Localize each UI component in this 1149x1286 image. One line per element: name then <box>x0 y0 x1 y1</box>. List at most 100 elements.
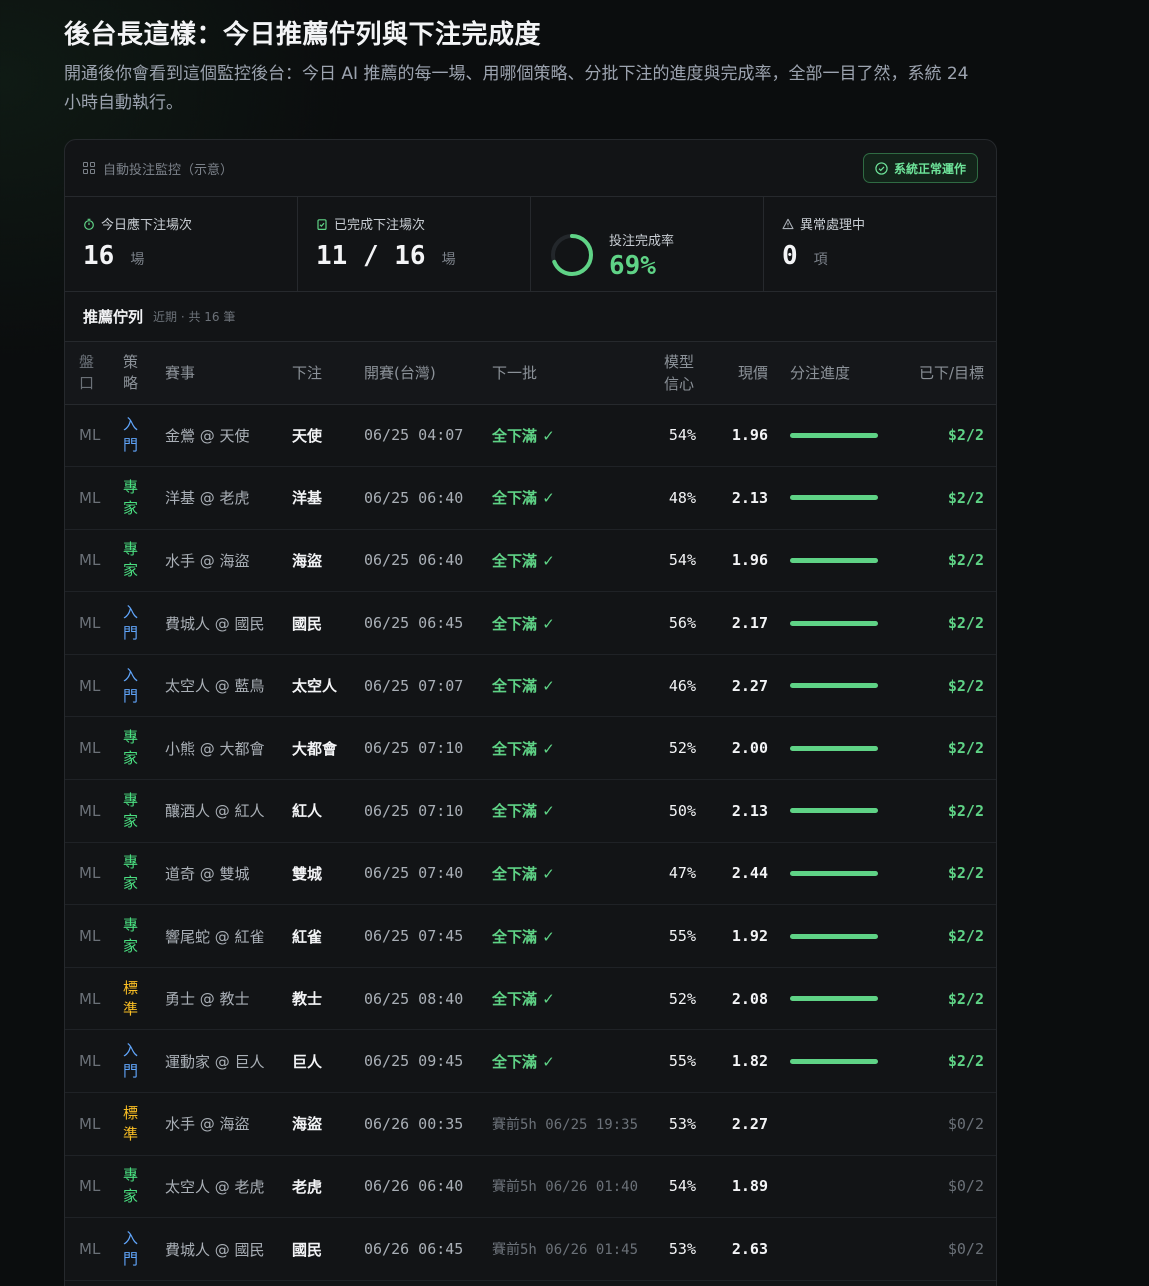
strategy-tag: 入門 <box>123 665 139 705</box>
cell-market: ML <box>65 591 115 655</box>
cell-progress <box>776 779 882 843</box>
table-row[interactable]: ML 專家 道奇 @ 雙城 雙城 06/25 07:40 全下滿 ✓ 47% 2.44 $2/2 <box>65 842 996 906</box>
strategy-tag: 標準 <box>123 978 139 1018</box>
queue-header: 推薦佇列 近期 · 共 16 筆 <box>65 292 996 342</box>
col-pick: 下注 <box>284 342 356 405</box>
table-row[interactable]: ML 專家 釀酒人 @ 紅人 紅人 06/25 07:10 全下滿 ✓ 50% 2.13 $2/… <box>65 779 996 843</box>
cell-price: 1.89 <box>704 1155 776 1219</box>
cell-placed: $0/2 <box>882 1155 996 1219</box>
progress-bar <box>790 495 878 501</box>
stat-today: 今日應下注場次 16 場 <box>65 197 298 291</box>
table-row[interactable]: ML 入門 運動家 @ 巨人 巨人 06/25 09:45 全下滿 ✓ 55% 1.82 $2/… <box>65 1029 996 1094</box>
cell-pick: 太空人 <box>284 654 356 718</box>
table-row[interactable]: ML 專家 響尾蛇 @ 紅雀 紅雀 06/25 07:45 全下滿 ✓ 55% 1.92 $2/… <box>65 904 996 968</box>
cell-strategy: 專家 <box>115 466 157 530</box>
cell-pick: 大都會 <box>284 716 356 781</box>
cell-pick: 教士 <box>284 967 356 1031</box>
stat-exceptions-value: 0 <box>782 241 798 271</box>
cell-progress <box>776 591 882 655</box>
cell-match: 運動家 @ 巨人 <box>157 1029 284 1094</box>
strategy-tag: 專家 <box>123 790 139 830</box>
cell-start: 06/25 08:40 <box>356 967 484 1031</box>
cell-start: 06/26 00:35 <box>356 1092 484 1156</box>
cell-placed: $2/2 <box>882 842 996 906</box>
cell-strategy: 專家 <box>115 904 157 968</box>
cell-start: 06/25 07:10 <box>356 779 484 843</box>
cell-match: 金鶯 @ 天使 <box>157 404 284 468</box>
col-strategy: 策略 <box>115 342 157 405</box>
col-placed: 已下/目標 <box>882 342 996 405</box>
table-row[interactable]: ML 入門 費城人 @ 國民 國民 06/25 06:45 全下滿 ✓ 56% 2.17 $2/… <box>65 591 996 655</box>
queue-subtitle: 近期 · 共 16 筆 <box>153 310 236 324</box>
system-status-badge[interactable]: 系統正常運作 <box>862 153 978 183</box>
cell-market: ML <box>65 404 115 468</box>
table-row[interactable]: ML 專家 洋基 @ 老虎 洋基 06/25 06:40 全下滿 ✓ 48% 2.13 $2/2 <box>65 466 996 530</box>
col-batch: 下一批 <box>484 342 660 405</box>
cell-confidence: 53% <box>660 1217 704 1281</box>
table-row[interactable]: ML 標準 水手 @ 海盜 海盜 06/26 00:35 賽前5h 06/25 19:35… <box>65 1092 996 1156</box>
cell-progress <box>776 1092 882 1156</box>
cell-pick: 巨人 <box>284 1029 356 1094</box>
cell-confidence: 52% <box>660 967 704 1031</box>
cell-progress <box>776 654 882 718</box>
table-row[interactable]: ML 入門 費城人 @ 國民 國民 06/26 06:45 賽前5h 06/26 01:4… <box>65 1217 996 1281</box>
table-row[interactable]: ML 標準 勇士 @ 教士 教士 06/25 08:40 全下滿 ✓ 52% 2.08 $2/2 <box>65 967 996 1031</box>
cell-placed: $2/2 <box>882 591 996 655</box>
warning-icon <box>782 218 794 229</box>
cell-placed: $2/2 <box>882 904 996 968</box>
progress-bar <box>790 870 878 876</box>
stat-exceptions-unit: 項 <box>813 252 828 268</box>
stat-today-value: 16 <box>83 241 115 271</box>
cell-match: 太空人 @ 老虎 <box>157 1155 284 1219</box>
queue-title: 推薦佇列 <box>83 308 144 326</box>
table-row[interactable]: ML 專家 小熊 @ 大都會 大都會 06/25 07:10 全下滿 ✓ 52% 2.00 $2… <box>65 716 996 781</box>
cell-batch: 全下滿 ✓ <box>484 654 660 718</box>
cell-price: 2.08 <box>704 967 776 1031</box>
cell-placed: $0/2 <box>882 1092 996 1156</box>
cell-strategy: 專家 <box>115 716 157 781</box>
table-row[interactable]: ML 專家 水手 @ 海盜 海盜 06/25 06:40 全下滿 ✓ 54% 1.96 $2/2 <box>65 529 996 593</box>
cell-progress <box>776 529 882 593</box>
table-row[interactable]: ML 入門 金鶯 @ 天使 天使 06/25 04:07 全下滿 ✓ 54% 1.96 $2/2 <box>65 404 996 468</box>
cell-strategy: 入門 <box>115 1029 157 1094</box>
cell-price: 2.00 <box>704 716 776 781</box>
cell-market: ML <box>65 654 115 718</box>
cell-confidence: 52% <box>660 716 704 781</box>
cell-batch: 全下滿 ✓ <box>484 591 660 655</box>
cell-match: 太空人 @ 藍鳥 <box>157 654 284 718</box>
stat-rate-value: 69% <box>609 250 656 281</box>
cell-start: 06/26 06:45 <box>356 1217 484 1281</box>
strategy-tag: 專家 <box>123 916 139 956</box>
strategy-tag: 專家 <box>123 853 139 893</box>
cell-batch: 全下滿 ✓ <box>484 716 660 781</box>
cell-market: ML <box>65 716 115 781</box>
stat-completed: 已完成下注場次 11 / 16 場 <box>298 197 531 291</box>
cell-match: 響尾蛇 @ 紅雀 <box>157 904 284 968</box>
panel-title-label: 自動投注監控（示意） <box>103 162 234 178</box>
col-strategy-label: 策略 <box>123 352 139 392</box>
cell-batch: 全下滿 ✓ <box>484 904 660 968</box>
cell-price: 2.44 <box>704 842 776 906</box>
monitor-panel: 自動投注監控（示意） 系統正常運作 今日應下注場次 16 場 已完成下注場次 1… <box>64 139 997 1286</box>
cell-strategy: 入門 <box>115 591 157 655</box>
cell-placed: $2/2 <box>882 466 996 530</box>
cell-price: 1.96 <box>704 404 776 468</box>
table-header-row: 盤口 策略 賽事 下注 開賽(台灣) 下一批 模型信心 現價 分注進度 已下/目… <box>65 342 996 405</box>
cell-price: 2.27 <box>704 1092 776 1156</box>
col-start: 開賽(台灣) <box>356 342 484 405</box>
cell-price: 1.82 <box>704 1029 776 1094</box>
cell-start: 06/26 06:40 <box>356 1155 484 1219</box>
cell-price: 1.96 <box>704 529 776 593</box>
cell-price: 2.17 <box>704 591 776 655</box>
cell-strategy: 入門 <box>115 1217 157 1281</box>
table-row[interactable]: ML 入門 太空人 @ 藍鳥 太空人 06/25 07:07 全下滿 ✓ 46% 2.27 $2… <box>65 654 996 718</box>
progress-bar <box>790 808 878 814</box>
cell-match: 釀酒人 @ 紅人 <box>157 779 284 843</box>
col-market-label: 盤口 <box>79 352 95 392</box>
table-row[interactable]: ML 專家 太空人 @ 老虎 老虎 06/26 06:40 賽前5h 06/26 01:4… <box>65 1155 996 1219</box>
cell-price: 2.27 <box>704 654 776 718</box>
cell-start: 06/25 07:07 <box>356 654 484 718</box>
cell-progress <box>776 716 882 781</box>
cell-progress <box>776 842 882 906</box>
cell-pick: 國民 <box>284 1217 356 1281</box>
